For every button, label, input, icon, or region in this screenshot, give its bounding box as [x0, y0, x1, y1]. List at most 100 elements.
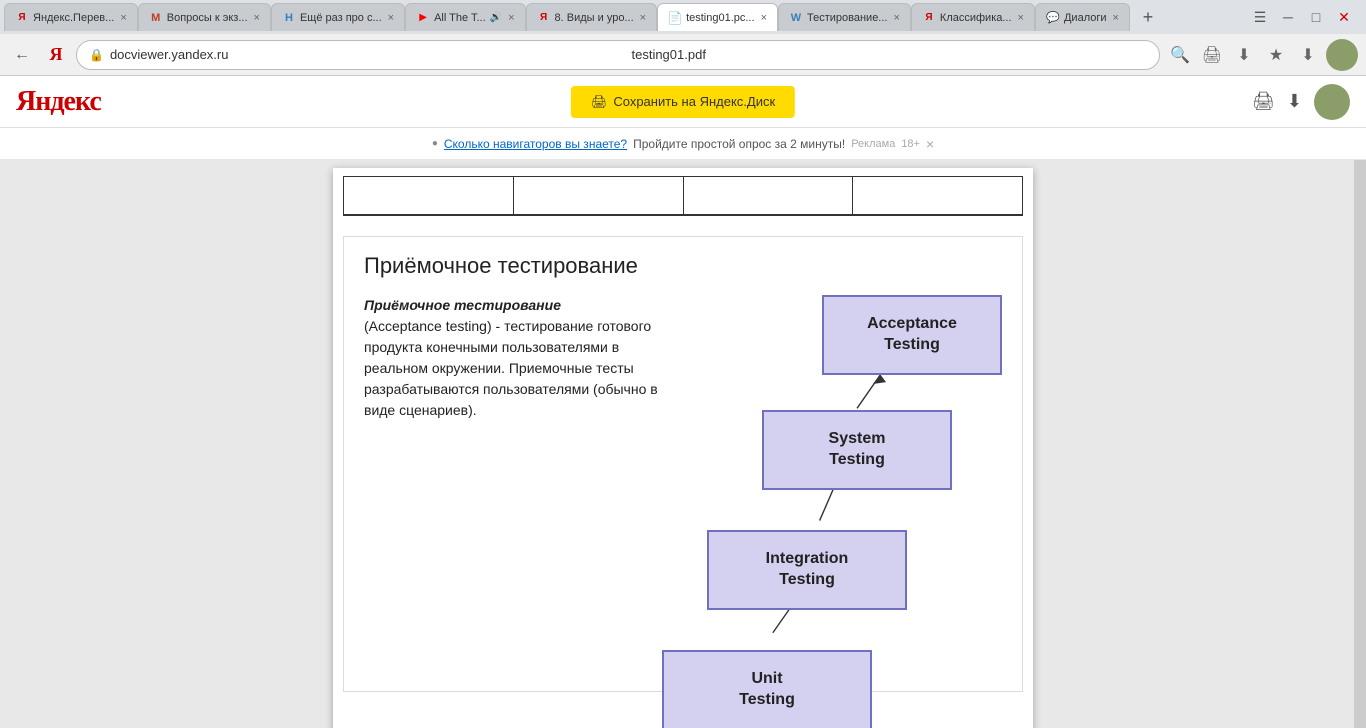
new-tab-button[interactable]: +	[1134, 3, 1162, 31]
tab-close-9[interactable]: ×	[1113, 12, 1119, 24]
tab-label-5: 8. Виды и уро...	[555, 12, 634, 24]
tab-favicon-2: M	[149, 11, 163, 25]
tab-close-5[interactable]: ×	[640, 12, 646, 24]
system-testing-box: SystemTesting	[762, 410, 952, 490]
system-testing-label: SystemTesting	[829, 429, 886, 471]
maximize-button[interactable]: □	[1306, 9, 1326, 25]
user-avatar[interactable]	[1326, 39, 1358, 71]
tab-close-6[interactable]: ×	[761, 12, 767, 24]
table-cell-2	[514, 177, 684, 214]
text-content: Приёмочное тестирование (Acceptance test…	[364, 295, 664, 421]
ad-close-button[interactable]: ×	[926, 136, 934, 152]
text-bold-italic: Приёмочное тестирование	[364, 297, 561, 313]
integration-testing-box: IntegrationTesting	[707, 530, 907, 610]
url-domain: docviewer.yandex.ru	[110, 47, 626, 62]
tab-close-3[interactable]: ×	[388, 12, 394, 24]
unit-testing-label: UnitTesting	[739, 669, 795, 711]
tab-label-7: Тестирование...	[807, 12, 887, 24]
tab-label-1: Яндекс.Перев...	[33, 12, 114, 24]
user-avatar-header[interactable]	[1314, 84, 1350, 120]
tab-label-3: Ещё раз про с...	[300, 12, 382, 24]
tab-bar: Я Яндекс.Перев... × M Вопросы к экз... ×…	[0, 0, 1366, 34]
section-title: Приёмочное тестирование	[364, 253, 1002, 279]
tab-label-8: Классифика...	[940, 12, 1012, 24]
pdf-page: Приёмочное тестирование Приёмочное тести…	[333, 168, 1033, 728]
tab-favicon-8: Я	[922, 11, 936, 25]
tab-gmail[interactable]: M Вопросы к экз... ×	[138, 3, 271, 31]
search-button[interactable]: 🔍	[1166, 41, 1194, 69]
content-area: Приёмочное тестирование (Acceptance test…	[364, 295, 1002, 675]
menu-icon[interactable]: ☰	[1250, 9, 1270, 26]
ad-label: Реклама	[851, 138, 895, 150]
integration-testing-label: IntegrationTesting	[766, 549, 849, 591]
acceptance-testing-label: AcceptanceTesting	[867, 314, 957, 356]
text-paren: (Acceptance testing) -	[364, 318, 500, 334]
minimize-button[interactable]: ─	[1278, 9, 1298, 25]
tab-klassif[interactable]: Я Классифика... ×	[911, 3, 1035, 31]
tab-testing01[interactable]: 📄 testing01.pc... ×	[657, 3, 778, 31]
table-cell-3	[684, 177, 854, 214]
tab-label-2: Вопросы к экз...	[167, 12, 248, 24]
download-icon[interactable]: ⬇	[1230, 41, 1258, 69]
spacer	[333, 216, 1033, 236]
ad-age: 18+	[901, 138, 920, 150]
tab-close-7[interactable]: ×	[893, 12, 899, 24]
ad-dot: ●	[432, 138, 438, 149]
table-strip	[343, 176, 1023, 216]
tab-close-1[interactable]: ×	[120, 12, 126, 24]
tab-favicon-7: W	[789, 11, 803, 25]
table-cell-1	[344, 177, 514, 214]
table-cell-4	[853, 177, 1022, 214]
save-button-label: Сохранить на Яндекс.Диск	[613, 94, 775, 109]
tab-favicon-4: ▶	[416, 11, 430, 25]
tab-label-6: testing01.pc...	[686, 12, 755, 24]
tab-close-2[interactable]: ×	[254, 12, 260, 24]
pdf-section: Приёмочное тестирование Приёмочное тести…	[343, 236, 1023, 692]
ad-link[interactable]: Сколько навигаторов вы знаете?	[444, 137, 627, 151]
ad-bar: ● Сколько навигаторов вы знаете? Пройдит…	[0, 128, 1366, 160]
tab-yandex-perev[interactable]: Я Яндекс.Перев... ×	[4, 3, 138, 31]
ad-description: Пройдите простой опрос за 2 минуты!	[633, 137, 845, 151]
download-button[interactable]: ⬇	[1294, 41, 1322, 69]
tab-eshche[interactable]: Н Ещё раз про с... ×	[271, 3, 405, 31]
tab-label-9: Диалоги	[1064, 12, 1107, 24]
bookmark-icon[interactable]: ★	[1262, 41, 1290, 69]
back-button[interactable]: ←	[8, 41, 36, 69]
download-header-icon[interactable]: ⬇	[1287, 91, 1302, 112]
tab-favicon-6: 📄	[668, 11, 682, 25]
tab-allthe[interactable]: ▶ All The T... 🔊 ×	[405, 3, 525, 31]
close-window-button[interactable]: ✕	[1334, 9, 1354, 26]
header-right-actions: 🖨 ⬇	[1252, 84, 1350, 120]
address-bar: ← Я 🔒 docviewer.yandex.ru testing01.pdf …	[0, 34, 1366, 76]
print-icon[interactable]: 🖨	[1198, 41, 1226, 69]
scrollbar[interactable]	[1354, 160, 1366, 728]
tab-label-4: All The T...	[434, 12, 486, 24]
tab-favicon-5: Я	[537, 11, 551, 25]
print-header-icon[interactable]: 🖨	[1252, 91, 1275, 112]
tab-testirovanie[interactable]: W Тестирование... ×	[778, 3, 911, 31]
tab-audio-icon-4[interactable]: 🔊	[490, 12, 502, 23]
lock-icon: 🔒	[89, 48, 104, 62]
tab-close-4[interactable]: ×	[508, 12, 514, 24]
unit-testing-box: UnitTesting	[662, 650, 872, 728]
tab-favicon-3: Н	[282, 11, 296, 25]
save-icon: 🖨	[591, 94, 608, 110]
url-bar[interactable]: 🔒 docviewer.yandex.ru testing01.pdf	[76, 40, 1160, 70]
tab-favicon-1: Я	[15, 11, 29, 25]
url-path: testing01.pdf	[631, 47, 1147, 62]
tab-dialogi[interactable]: 💬 Диалоги ×	[1035, 3, 1130, 31]
text-column: Приёмочное тестирование (Acceptance test…	[364, 295, 664, 675]
diagram-column: AcceptanceTesting SystemTesting Integrat…	[684, 295, 1002, 675]
toolbar-right: 🔍 🖨 ⬇ ★ ⬇	[1166, 39, 1358, 71]
save-to-disk-button[interactable]: 🖨 Сохранить на Яндекс.Диск	[571, 86, 795, 118]
yandex-logo-nav[interactable]: Я	[42, 41, 70, 69]
acceptance-testing-box: AcceptanceTesting	[822, 295, 1002, 375]
tab-vidy[interactable]: Я 8. Виды и уро... ×	[526, 3, 658, 31]
main-content: Приёмочное тестирование Приёмочное тести…	[0, 160, 1366, 728]
browser-chrome: Я Яндекс.Перев... × M Вопросы к экз... ×…	[0, 0, 1366, 76]
tab-close-8[interactable]: ×	[1018, 12, 1024, 24]
yandex-app-header: Яндекс 🖨 Сохранить на Яндекс.Диск 🖨 ⬇	[0, 76, 1366, 128]
window-controls: ☰ ─ □ ✕	[1250, 9, 1362, 26]
yandex-logo[interactable]: Яндекс	[16, 86, 101, 118]
tab-favicon-9: 💬	[1046, 11, 1060, 25]
